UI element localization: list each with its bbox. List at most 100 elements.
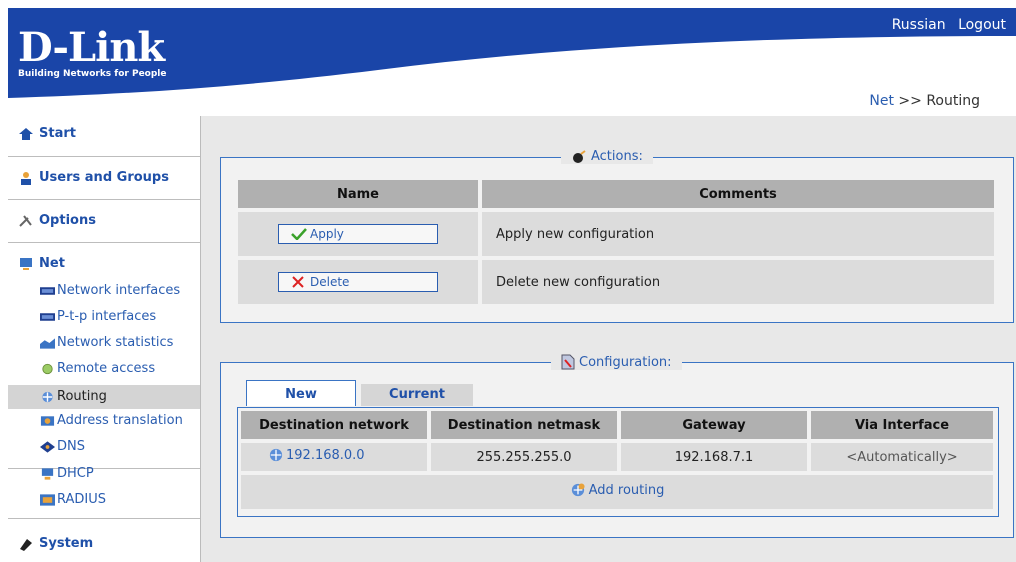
sidebar-label-system: System (39, 536, 94, 551)
col-gateway: Gateway (621, 411, 807, 439)
sidebar-item-label: DNS (57, 439, 85, 454)
sidebar-item-remote-access[interactable]: Remote access (40, 361, 155, 376)
add-routing-icon (571, 483, 585, 497)
home-icon (19, 127, 33, 140)
apply-comment: Apply new configuration (482, 212, 994, 256)
actions-table: Name Comments Apply Apply new configurat… (234, 176, 998, 308)
tools-icon (19, 214, 32, 227)
configuration-legend: Configuration: (551, 354, 682, 370)
sidebar: Start Users and Groups Options Net Netwo… (8, 116, 200, 562)
logout-link[interactable]: Logout (958, 17, 1006, 33)
actions-legend-text: Actions: (591, 149, 643, 164)
table-row: Delete Delete new configuration (238, 260, 994, 304)
sidebar-item-network-statistics[interactable]: Network statistics (40, 335, 173, 350)
configuration-legend-text: Configuration: (579, 354, 672, 370)
route-network-cell: 192.168.0.0 (241, 443, 427, 471)
sidebar-item-address-translation[interactable]: Address translation (40, 413, 183, 428)
radius-icon (40, 493, 55, 506)
add-routing-link[interactable]: Add routing (570, 482, 665, 498)
check-icon (291, 228, 307, 240)
sidebar-item-label: DHCP (57, 466, 94, 481)
sidebar-label-start: Start (39, 126, 76, 141)
x-icon (292, 276, 304, 288)
sidebar-item-options[interactable]: Options (18, 213, 96, 228)
sidebar-item-label: Network statistics (57, 335, 174, 350)
sidebar-item-label: Network interfaces (57, 283, 181, 298)
delete-cell: Delete (238, 260, 478, 304)
apply-cell: Apply (238, 212, 478, 256)
sidebar-item-label: Remote access (57, 361, 156, 376)
route-network-text: 192.168.0.0 (286, 447, 365, 463)
remote-access-icon (42, 363, 53, 374)
sidebar-item-routing[interactable]: Routing (8, 385, 200, 409)
sidebar-label-options: Options (39, 213, 96, 228)
dns-icon (40, 440, 55, 453)
col-destination-network: Destination network (241, 411, 427, 439)
sidebar-section-users: Users and Groups (8, 157, 200, 200)
breadcrumb-net[interactable]: Net (869, 93, 894, 109)
breadcrumb-separator: >> (898, 93, 922, 109)
header: D-Link Building Networks for People Russ… (8, 8, 1016, 98)
tab-current[interactable]: Current (361, 384, 473, 406)
route-gateway: 192.168.7.1 (621, 443, 807, 471)
actions-col-comments: Comments (482, 180, 994, 208)
actions-panel: Actions: Name Comments Apply Apply new c… (220, 149, 1014, 323)
sidebar-label-net: Net (39, 256, 65, 271)
document-icon (561, 354, 575, 370)
sidebar-item-label: Address translation (57, 413, 183, 428)
sidebar-item-net[interactable]: Net (18, 256, 65, 271)
breadcrumb-current: Routing (926, 93, 980, 109)
add-routing-label: Add routing (588, 482, 665, 498)
logo-tagline: Building Networks for People (18, 69, 167, 79)
routing-icon (42, 391, 53, 403)
route-network-link[interactable]: 192.168.0.0 (269, 448, 365, 463)
delete-button[interactable]: Delete (278, 272, 438, 292)
table-row: 192.168.0.0 255.255.255.0 192.168.7.1 <A… (241, 443, 993, 471)
sidebar-item-system[interactable]: System (18, 536, 93, 551)
sidebar-section-start: Start (8, 116, 200, 157)
col-destination-netmask: Destination netmask (431, 411, 617, 439)
apply-label: Apply (310, 227, 344, 241)
breadcrumb: Net >> Routing (869, 93, 980, 109)
russian-link[interactable]: Russian (892, 17, 946, 33)
sidebar-item-label: P-t-p interfaces (57, 309, 157, 324)
network-card-icon (40, 312, 55, 321)
sidebar-item-dhcp[interactable]: DHCP (40, 466, 94, 481)
users-icon (21, 171, 31, 185)
main-content: Actions: Name Comments Apply Apply new c… (200, 116, 1016, 562)
col-via-interface: Via Interface (811, 411, 993, 439)
network-card-icon (40, 286, 55, 295)
sidebar-divider (8, 518, 200, 519)
routing-table-frame: Destination network Destination netmask … (237, 407, 999, 517)
sidebar-label-users: Users and Groups (39, 170, 169, 185)
sidebar-item-network-interfaces[interactable]: Network interfaces (40, 283, 180, 298)
bomb-icon (573, 149, 586, 163)
logo-text: D-Link (18, 24, 165, 71)
apply-button[interactable]: Apply (278, 224, 438, 244)
translation-icon (40, 415, 55, 426)
chart-icon (40, 337, 55, 349)
add-routing-cell: Add routing (241, 475, 993, 509)
route-interface: <Automatically> (811, 443, 993, 471)
table-row: Add routing (241, 475, 993, 509)
tab-new[interactable]: New (246, 380, 356, 406)
routing-icon (269, 449, 283, 462)
sidebar-item-users[interactable]: Users and Groups (18, 170, 169, 185)
computer-icon (20, 257, 32, 270)
route-netmask: 255.255.255.0 (431, 443, 617, 471)
delete-label: Delete (310, 275, 350, 289)
sidebar-item-label: Routing (57, 389, 107, 404)
top-nav: Russian Logout (884, 17, 1006, 33)
sidebar-item-start[interactable]: Start (18, 126, 76, 141)
system-icon (20, 538, 32, 551)
sidebar-item-label: RADIUS (57, 492, 107, 507)
config-tabs: New Current (246, 380, 473, 406)
dlink-logo: D-Link Building Networks for People (18, 24, 167, 80)
sidebar-section-net: Net Network interfaces P-t-p interfaces … (8, 243, 200, 469)
sidebar-section-options: Options (8, 200, 200, 243)
actions-col-name: Name (238, 180, 478, 208)
sidebar-item-dns[interactable]: DNS (40, 439, 85, 454)
sidebar-item-ptp-interfaces[interactable]: P-t-p interfaces (40, 309, 156, 324)
sidebar-item-radius[interactable]: RADIUS (40, 492, 106, 507)
table-row: Apply Apply new configuration (238, 212, 994, 256)
